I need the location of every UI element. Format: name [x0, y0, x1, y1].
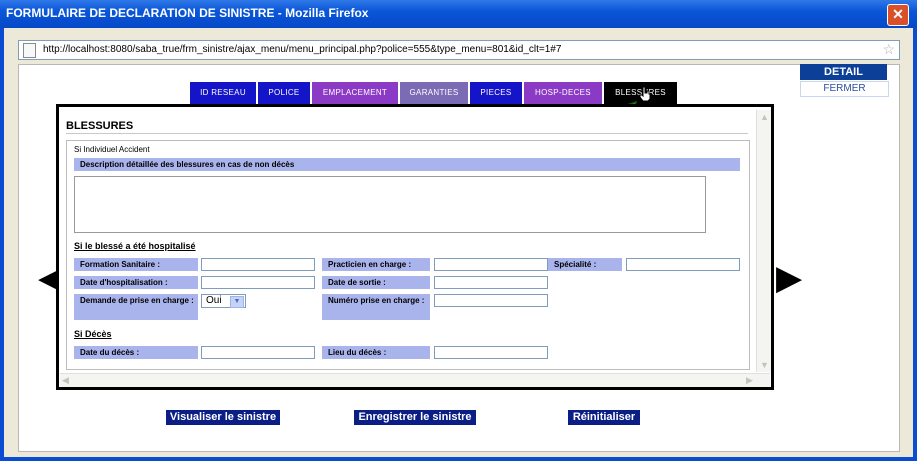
horizontal-scrollbar[interactable]: ◀ ▶ [60, 373, 770, 387]
description-label: Description détaillée des blessures en c… [74, 158, 740, 171]
date-hosp-label: Date d'hospitalisation : [74, 276, 198, 289]
lieu-deces-label: Lieu du décès : [322, 346, 430, 359]
window-titlebar: FORMULAIRE DE DECLARATION DE SINISTRE - … [0, 0, 917, 28]
address-url[interactable]: http://localhost:8080/saba_true/frm_sini… [43, 44, 561, 55]
hand-cursor-icon [639, 86, 651, 102]
vertical-scrollbar[interactable]: ▲ ▼ [756, 110, 771, 372]
date-deces-label: Date du décès : [74, 346, 198, 359]
scroll-up-icon[interactable]: ▲ [760, 112, 769, 122]
tab-id-reseau[interactable]: ID RESEAU [190, 82, 256, 104]
chevron-down-icon[interactable]: ▼ [230, 296, 244, 308]
numero-input[interactable] [434, 294, 548, 307]
numero-label: Numéro prise en charge : [322, 294, 430, 320]
scroll-right-icon[interactable]: ▶ [746, 375, 753, 386]
tab-emplacement[interactable]: EMPLACEMENT [312, 82, 398, 104]
tab-pieces[interactable]: PIECES [470, 82, 522, 104]
section-heading: BLESSURES [66, 120, 134, 132]
demande-value: Oui [206, 295, 222, 306]
fermer-link[interactable]: FERMER [800, 81, 889, 97]
address-bar[interactable]: http://localhost:8080/saba_true/frm_sini… [18, 40, 900, 60]
demande-label: Demande de prise en charge : [74, 294, 198, 320]
star-icon[interactable]: ☆ [882, 41, 895, 58]
fieldset-legend: Si Individuel Accident [72, 145, 152, 154]
hospital-section-title: Si le blessé a été hospitalisé [74, 241, 196, 251]
lieu-deces-input[interactable] [434, 346, 548, 359]
right-nav-arrow-icon[interactable]: ▶ [776, 261, 802, 295]
detail-compte-header: DETAIL COMPTE [800, 64, 887, 94]
tab-police[interactable]: POLICE [258, 82, 310, 104]
specialite-label: Spécialité : [548, 258, 622, 271]
deces-section-title: Si Décès [74, 329, 112, 339]
heading-divider [66, 133, 748, 134]
scroll-down-icon[interactable]: ▼ [760, 360, 769, 370]
demande-select[interactable]: Oui ▼ [201, 294, 246, 308]
practicien-input[interactable] [434, 258, 548, 271]
reinitialiser-button[interactable]: Réinitialiser [568, 410, 640, 425]
specialite-input[interactable] [626, 258, 740, 271]
visualiser-button[interactable]: Visualiser le sinistre [166, 410, 280, 425]
formation-label: Formation Sanitaire : [74, 258, 198, 271]
close-icon[interactable]: ✕ [887, 4, 909, 26]
enregistrer-button[interactable]: Enregistrer le sinistre [354, 410, 476, 425]
date-hosp-input[interactable] [201, 276, 315, 289]
scroll-left-icon[interactable]: ◀ [62, 375, 69, 386]
date-sortie-input[interactable] [434, 276, 548, 289]
description-textarea[interactable] [74, 176, 706, 233]
tab-garanties[interactable]: GARANTIES [400, 82, 468, 104]
accident-fieldset [66, 140, 750, 370]
formation-input[interactable] [201, 258, 315, 271]
practicien-label: Practicien en charge : [322, 258, 430, 271]
date-deces-input[interactable] [201, 346, 315, 359]
page-icon [23, 43, 36, 58]
window-title: FORMULAIRE DE DECLARATION DE SINISTRE - … [6, 6, 369, 20]
date-sortie-label: Date de sortie : [322, 276, 430, 289]
